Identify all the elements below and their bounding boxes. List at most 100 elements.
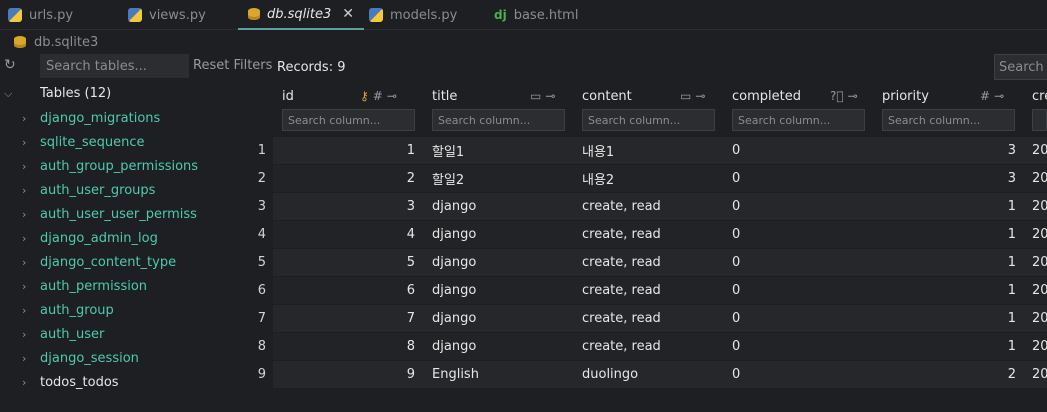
cell-completed[interactable]: 0 <box>732 333 872 360</box>
table-item[interactable]: › django_migrations <box>22 108 160 128</box>
table-row[interactable]: 8 8 django create, read 0 1 20 <box>0 333 1047 361</box>
cell-content[interactable]: create, read <box>582 249 722 276</box>
column-search-completed[interactable] <box>732 109 865 131</box>
tables-group-label: Tables (12) <box>40 86 112 101</box>
pin-icon[interactable]: ⊸ <box>848 89 858 103</box>
cell-completed[interactable]: 0 <box>732 165 872 192</box>
column-header-title[interactable]: title <box>432 86 457 106</box>
cell-completed[interactable]: 0 <box>732 137 872 164</box>
search-input[interactable] <box>994 54 1047 80</box>
pin-icon[interactable]: ⊸ <box>695 89 705 103</box>
cell-priority[interactable]: 1 <box>882 277 1016 304</box>
cell-completed[interactable]: 0 <box>732 193 872 220</box>
cell-created[interactable]: 20 <box>1032 249 1047 276</box>
cell-priority[interactable]: 1 <box>882 333 1016 360</box>
cell-id[interactable]: 7 <box>280 305 415 332</box>
cell-title[interactable]: django <box>432 249 572 276</box>
table-row[interactable]: 5 5 django create, read 0 1 20 <box>0 249 1047 277</box>
cell-content[interactable]: 내용2 <box>582 165 722 192</box>
row-number: 3 <box>257 199 266 214</box>
cell-content[interactable]: 내용1 <box>582 137 722 164</box>
cell-priority[interactable]: 1 <box>882 249 1016 276</box>
cell-created[interactable]: 20 <box>1032 361 1047 388</box>
cell-id[interactable]: 5 <box>280 249 415 276</box>
cell-priority[interactable]: 1 <box>882 221 1016 248</box>
pin-icon[interactable]: ⊸ <box>994 89 1004 103</box>
unknown-type-icon: ?⃝ <box>830 89 844 103</box>
column-header-content[interactable]: content <box>582 86 632 106</box>
cell-completed[interactable]: 0 <box>732 249 872 276</box>
table-row[interactable]: 9 9 English duolingo 0 2 20 <box>0 361 1047 389</box>
tab-views-py[interactable]: views.py <box>128 0 206 30</box>
cell-priority[interactable]: 3 <box>882 137 1016 164</box>
table-row[interactable]: 3 3 django create, read 0 1 20 <box>0 193 1047 221</box>
table-row[interactable]: 2 2 할일2 내용2 0 3 20 <box>0 165 1047 193</box>
python-file-icon <box>369 8 383 22</box>
table-row[interactable]: 6 6 django create, read 0 1 20 <box>0 277 1047 305</box>
tab-base-html[interactable]: dj base.html <box>494 0 578 30</box>
table-row[interactable]: 4 4 django create, read 0 1 20 <box>0 221 1047 249</box>
cell-id[interactable]: 2 <box>280 165 415 192</box>
cell-completed[interactable]: 0 <box>732 277 872 304</box>
cell-title[interactable]: django <box>432 277 572 304</box>
pin-icon[interactable]: ⊸ <box>387 89 397 103</box>
cell-priority[interactable]: 1 <box>882 305 1016 332</box>
cell-content[interactable]: create, read <box>582 305 722 332</box>
editor-tab-bar: urls.py views.py db.sqlite3 ✕ models.py … <box>0 0 1047 30</box>
cell-created[interactable]: 20 <box>1032 333 1047 360</box>
cell-title[interactable]: django <box>432 305 572 332</box>
column-search-id[interactable] <box>282 109 415 131</box>
column-search-content[interactable] <box>582 109 715 131</box>
breadcrumb-label[interactable]: db.sqlite3 <box>34 35 98 50</box>
column-header-id[interactable]: id <box>282 86 294 106</box>
cell-title[interactable]: English <box>432 361 572 388</box>
cell-content[interactable]: duolingo <box>582 361 722 388</box>
column-header-completed[interactable]: completed <box>732 86 801 106</box>
cell-created[interactable]: 20 <box>1032 193 1047 220</box>
column-search-created[interactable] <box>1032 109 1047 131</box>
cell-title[interactable]: django <box>432 193 572 220</box>
tab-models-py[interactable]: models.py <box>369 0 457 30</box>
cell-priority[interactable]: 3 <box>882 165 1016 192</box>
tables-group-header[interactable]: ⌵ Tables (12) <box>4 86 111 101</box>
cell-id[interactable]: 8 <box>280 333 415 360</box>
search-tables-input[interactable] <box>40 54 189 78</box>
cell-created[interactable]: 20 <box>1032 165 1047 192</box>
django-template-icon: dj <box>494 8 507 22</box>
cell-created[interactable]: 20 <box>1032 277 1047 304</box>
table-row[interactable]: 1 1 할일1 내용1 0 3 20 <box>0 137 1047 165</box>
cell-completed[interactable]: 0 <box>732 221 872 248</box>
cell-content[interactable]: create, read <box>582 193 722 220</box>
tab-urls-py[interactable]: urls.py <box>8 0 73 30</box>
cell-content[interactable]: create, read <box>582 333 722 360</box>
cell-title[interactable]: django <box>432 221 572 248</box>
cell-completed[interactable]: 0 <box>732 361 872 388</box>
cell-id[interactable]: 4 <box>280 221 415 248</box>
cell-priority[interactable]: 2 <box>882 361 1016 388</box>
cell-created[interactable]: 20 <box>1032 137 1047 164</box>
table-row[interactable]: 7 7 django create, read 0 1 20 <box>0 305 1047 333</box>
cell-created[interactable]: 20 <box>1032 221 1047 248</box>
pin-icon[interactable]: ⊸ <box>545 89 555 103</box>
column-header-priority[interactable]: priority <box>882 86 929 106</box>
tab-db-sqlite3[interactable]: db.sqlite3 ✕ <box>238 0 364 30</box>
column-icons-completed: ?⃝ ⊸ <box>830 86 858 106</box>
cell-completed[interactable]: 0 <box>732 305 872 332</box>
cell-title[interactable]: 할일2 <box>432 165 572 192</box>
close-icon[interactable]: ✕ <box>342 6 354 22</box>
cell-content[interactable]: create, read <box>582 221 722 248</box>
cell-title[interactable]: 할일1 <box>432 137 572 164</box>
cell-id[interactable]: 9 <box>280 361 415 388</box>
cell-id[interactable]: 3 <box>280 193 415 220</box>
cell-title[interactable]: django <box>432 333 572 360</box>
column-search-title[interactable] <box>432 109 565 131</box>
column-header-created[interactable]: cre <box>1032 86 1047 106</box>
cell-id[interactable]: 1 <box>280 137 415 164</box>
cell-content[interactable]: create, read <box>582 277 722 304</box>
cell-created[interactable]: 20 <box>1032 305 1047 332</box>
reset-filters-button[interactable]: Reset Filters <box>193 58 272 73</box>
cell-priority[interactable]: 1 <box>882 193 1016 220</box>
refresh-icon[interactable]: ↻ <box>4 57 16 73</box>
column-search-priority[interactable] <box>882 109 1015 131</box>
cell-id[interactable]: 6 <box>280 277 415 304</box>
